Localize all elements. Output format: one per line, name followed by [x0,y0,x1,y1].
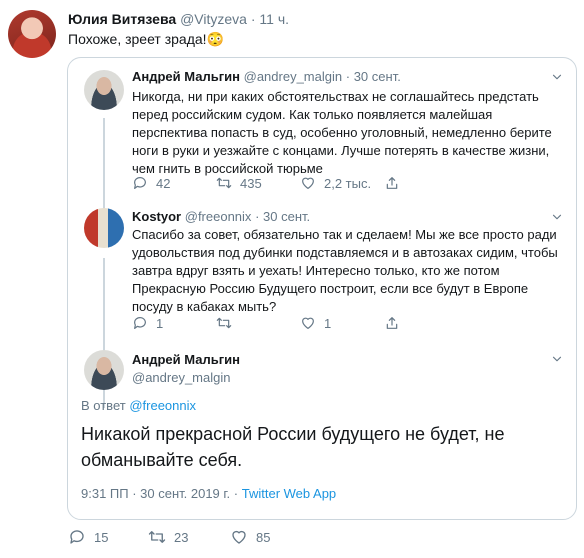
like-icon [230,528,248,546]
text-line: Прекрасную Россию Будущего построит, есл… [132,281,529,296]
tweet-header: Юлия Витязева @Vityzeva · 11 ч. [68,11,289,27]
retweet-count: 23 [174,529,189,545]
author-handle[interactable]: @freeonnix [185,209,252,224]
reply-to-label: В ответ [81,398,126,413]
author-handle[interactable]: @andrey_malgin [244,69,342,84]
text-line: обманывайте себя. [81,450,243,470]
reply-button[interactable]: 15 [68,528,108,546]
text-line: завтра вдруг взять и уехать! Интересно т… [132,263,500,278]
separator: · [255,209,260,224]
retweet-button[interactable]: 435 [216,175,262,191]
like-count: 2,2 тыс. [324,175,372,191]
chevron-down-icon[interactable] [550,210,564,224]
retweet-button[interactable]: 23 [148,528,188,546]
text-line: Никакой прекрасной России будущего не бу… [81,424,505,444]
avatar[interactable] [84,208,124,248]
reply-button[interactable]: 42 [132,175,170,191]
reply-icon [132,175,148,191]
author-name[interactable]: Kostyor [132,209,181,224]
tweet-text: Никогда, ни при каких обстоятельствах не… [132,88,572,178]
text-line: ноги в руки и уезжайте с концами. Лучше … [132,143,550,158]
retweet-count: 435 [240,175,262,191]
separator: · [345,69,351,84]
avatar[interactable] [8,10,56,58]
reply-count: 1 [156,315,164,331]
text-line: Никогда, ни при каких обстоятельствах не… [132,89,539,104]
tweet-text: Никакой прекрасной России будущего не бу… [81,421,551,473]
like-icon [300,175,316,191]
reply-context: В ответ @freeonnix [81,398,196,413]
like-button[interactable]: 2,2 тыс. [300,175,371,191]
retweet-icon [148,528,166,546]
reply-to-handle[interactable]: @freeonnix [129,398,196,413]
tweet-header: Андрей Мальгин @andrey_malgin [132,351,240,387]
separator: · [250,11,256,27]
retweet-icon [216,175,232,191]
tweet-time[interactable]: 30 сент. [354,69,401,84]
reply-button[interactable]: 1 [132,315,163,331]
tweet-text: Спасибо за совет, обязательно так и сдел… [132,226,572,316]
avatar[interactable] [84,70,124,110]
share-icon [384,175,400,191]
retweet-button[interactable] [216,315,240,331]
quoted-thread[interactable]: Андрей Мальгин @andrey_malgin · 30 сент.… [67,57,577,520]
avatar[interactable] [84,350,124,390]
author-name[interactable]: Андрей Мальгин [132,351,240,369]
share-button[interactable] [384,175,400,191]
reply-count: 42 [156,175,171,191]
tweet-timestamp[interactable]: 9:31 ПП · 30 сент. 2019 г. · [81,486,242,501]
tweet-header: Kostyor @freeonnix · 30 сент. [132,209,310,224]
retweet-icon [216,315,232,331]
like-icon [300,315,316,331]
tweet: Юлия Витязева @Vityzeva · 11 ч. Похоже, … [0,0,584,558]
reply-count: 15 [94,529,109,545]
text-line: перед российским судом. Как только появл… [132,107,493,122]
tweet-text: Похоже, зреет зрада!😳 [68,31,224,47]
reply-icon [68,528,86,546]
share-icon [384,315,400,331]
tweet-header: Андрей Мальгин @andrey_malgin · 30 сент. [132,69,401,84]
tweet-meta: 9:31 ПП · 30 сент. 2019 г. · Twitter Web… [81,486,336,501]
text-line: удовольствия под дубинки подставляемся и… [132,245,558,260]
tweet-source[interactable]: Twitter Web App [242,486,336,501]
author-handle[interactable]: @andrey_malgin [132,369,240,387]
author-name[interactable]: Андрей Мальгин [132,69,240,84]
tweet-time[interactable]: 11 ч. [259,11,289,27]
author-handle[interactable]: @Vityzeva [180,11,247,27]
like-button[interactable]: 1 [300,315,331,331]
text-line: перспектива попасть в суд, особенно угол… [132,125,552,140]
tweet-time[interactable]: 30 сент. [263,209,310,224]
chevron-down-icon[interactable] [550,352,564,366]
author-name[interactable]: Юлия Витязева [68,11,176,27]
like-count: 85 [256,529,271,545]
text-line: Спасибо за совет, обязательно так и сдел… [132,227,557,242]
like-button[interactable]: 85 [230,528,270,546]
chevron-down-icon[interactable] [550,70,564,84]
text-line: посуду в кабаках мыть? [132,299,277,314]
reply-icon [132,315,148,331]
share-button[interactable] [384,315,400,331]
like-count: 1 [324,315,332,331]
